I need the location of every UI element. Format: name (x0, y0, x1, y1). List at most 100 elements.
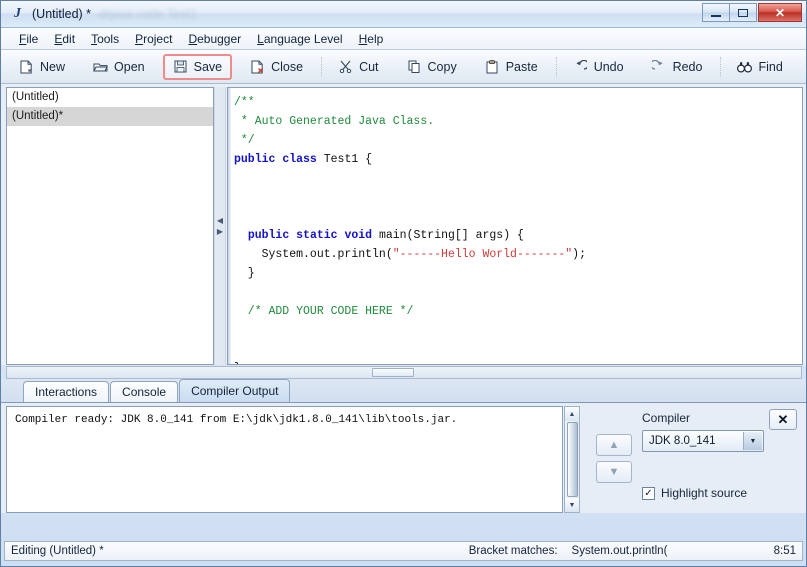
editor-content[interactable]: /** * Auto Generated Java Class. */ publi… (228, 88, 802, 364)
toolbar-undo-button[interactable]: Undo (563, 54, 634, 80)
editor-line: System.out.println("------Hello World---… (234, 245, 802, 264)
java-cup-icon: J (14, 6, 21, 21)
code-token: "------Hello World-------" (392, 248, 573, 261)
editor-line: * Auto Generated Java Class. (234, 112, 802, 131)
code-token: } (234, 267, 255, 280)
close-file-icon (250, 59, 265, 74)
tab-compiler-output[interactable]: Compiler Output (179, 379, 291, 402)
split-divider[interactable]: ◀ ▶ (214, 87, 226, 365)
list-item[interactable]: (Untitled)* (7, 107, 213, 126)
split-collapse-left-icon[interactable]: ◀ (217, 217, 223, 225)
window-title: (Untitled) * (32, 7, 92, 21)
chevron-down-icon[interactable]: ▼ (743, 432, 762, 450)
toolbar-paste-button[interactable]: Paste (475, 54, 548, 80)
copy-pages-icon (407, 59, 422, 74)
compiler-select[interactable]: JDK 8.0_141 ▼ (642, 430, 764, 452)
code-token: /* ADD YOUR CODE HERE */ (234, 305, 414, 318)
code-token: } (234, 362, 241, 364)
editor-gutter (228, 88, 231, 364)
code-token: /** (234, 96, 255, 109)
checkmark-icon[interactable]: ✓ (642, 486, 655, 500)
bottom-pane: Compiler ready: JDK 8.0_141 from E:\jdk\… (1, 403, 806, 513)
new-file-icon (19, 59, 34, 74)
scissors-icon (338, 59, 353, 74)
floppy-disk-icon (173, 59, 188, 74)
tab-interactions[interactable]: Interactions (23, 381, 110, 402)
toolbar-undo-label: Undo (593, 59, 624, 74)
editor-line: } (234, 359, 802, 364)
menu-help[interactable]: Help (351, 30, 392, 48)
editor-line: /* ADD YOUR CODE HERE */ (234, 302, 802, 321)
window-controls: ✕ (702, 3, 802, 22)
compiler-output-text: Compiler ready: JDK 8.0_141 from E:\jdk\… (15, 414, 458, 426)
toolbar-copy-label: Copy (427, 59, 457, 74)
compiler-output-area[interactable]: Compiler ready: JDK 8.0_141 from E:\jdk\… (6, 406, 563, 513)
scrollbar-thumb[interactable] (372, 368, 415, 377)
code-token: class (282, 153, 317, 166)
close-panel-button[interactable]: ✕ (769, 409, 797, 430)
editor-line: public class Test1 { (234, 150, 802, 169)
status-editing: Editing (Untitled) * (11, 545, 104, 557)
scroll-down-icon[interactable]: ▼ (565, 498, 579, 512)
scrollbar-thumb[interactable] (566, 422, 578, 497)
code-token: static (296, 229, 338, 242)
status-bracket-value: System.out.println( (571, 545, 668, 557)
toolbar-separator-1 (321, 56, 323, 77)
menu-file[interactable]: File (11, 30, 46, 48)
maximize-button[interactable] (729, 3, 757, 22)
next-error-button[interactable]: ▼ (596, 461, 632, 483)
toolbar-open-button[interactable]: Open (83, 54, 155, 80)
minimize-button[interactable] (702, 3, 730, 22)
menu-bar: File Edit Tools Project Debugger Languag… (1, 28, 806, 50)
toolbar-close-button[interactable]: Close (240, 54, 313, 80)
status-bar: Editing (Untitled) * Bracket matches: Sy… (4, 541, 803, 561)
tab-console[interactable]: Console (110, 381, 179, 402)
close-button[interactable]: ✕ (758, 3, 802, 22)
drjava-window: J (Untitled) * drjava code Test1 ✕ File … (0, 0, 807, 567)
title-bar: J (Untitled) * drjava code Test1 ✕ (1, 1, 806, 28)
toolbar-paste-label: Paste (505, 59, 538, 74)
redo-arrow-icon (652, 59, 667, 74)
toolbar-close-label: Close (271, 59, 304, 74)
code-token: */ (234, 134, 255, 147)
editor-line: /** (234, 93, 802, 112)
highlight-source-checkbox[interactable]: ✓ Highlight source (642, 486, 747, 500)
menu-edit[interactable]: Edit (46, 30, 83, 48)
compiler-label: Compiler (642, 411, 691, 425)
compiler-select-value: JDK 8.0_141 (649, 435, 716, 447)
toolbar-open-label: Open (114, 59, 145, 74)
bottom-tabstrip: Interactions Console Compiler Output (1, 379, 806, 403)
menu-project[interactable]: Project (127, 30, 180, 48)
menu-tools[interactable]: Tools (83, 30, 127, 48)
compiler-settings-panel: ▲ ▼ Compiler JDK 8.0_141 ▼ ✕ ✓ Highlight… (580, 406, 802, 513)
toolbar-cut-label: Cut (359, 59, 379, 74)
toolbar-find-button[interactable]: Find (727, 54, 792, 80)
main-split-pane: (Untitled) (Untitled)* ◀ ▶ /** * Auto Ge… (1, 84, 806, 365)
toolbar-cut-button[interactable]: Cut (328, 54, 388, 80)
undo-arrow-icon (573, 59, 588, 74)
previous-error-button[interactable]: ▲ (596, 434, 632, 456)
scroll-up-icon[interactable]: ▲ (565, 407, 579, 421)
code-token: void (344, 229, 373, 242)
toolbar-find-label: Find (758, 59, 783, 74)
list-item[interactable]: (Untitled) (7, 88, 213, 107)
code-token: System.out.println( (234, 248, 393, 261)
menu-debugger[interactable]: Debugger (180, 30, 249, 48)
toolbar-new-button[interactable]: New (9, 54, 75, 80)
toolbar-copy-button[interactable]: Copy (397, 54, 467, 80)
editor-line: public static void main(String[] args) { (234, 226, 802, 245)
editor-horizontal-scrollbar[interactable] (6, 366, 802, 379)
compiler-output-vertical-scrollbar[interactable]: ▲ ▼ (564, 406, 580, 513)
editor-line: } (234, 264, 802, 283)
code-editor[interactable]: /** * Auto Generated Java Class. */ publi… (227, 87, 803, 365)
toolbar-redo-button[interactable]: Redo (642, 54, 713, 80)
document-list[interactable]: (Untitled) (Untitled)* (6, 87, 214, 365)
toolbar-save-button[interactable]: Save (162, 53, 233, 80)
window-title-ghost: drjava code Test1 (99, 7, 197, 21)
menu-language-level[interactable]: Language Level (249, 30, 350, 48)
split-collapse-right-icon[interactable]: ▶ (217, 228, 223, 236)
